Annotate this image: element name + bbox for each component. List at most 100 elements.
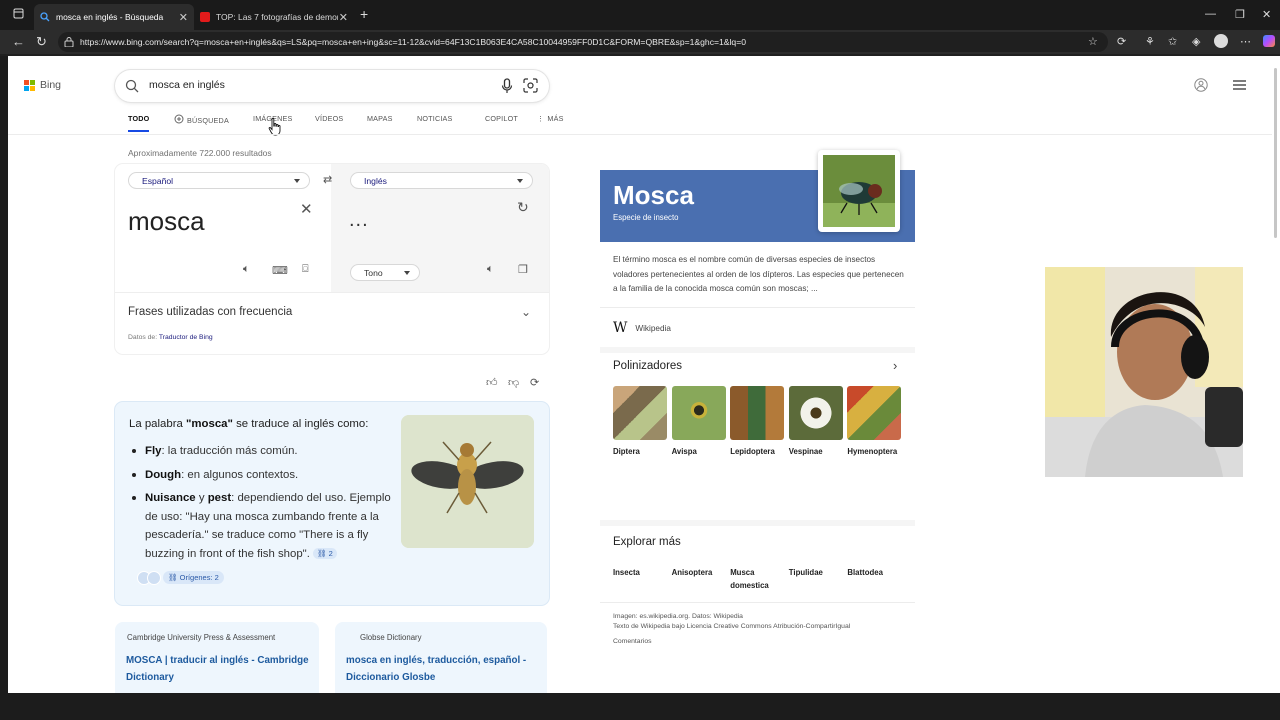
copilot-icon[interactable]	[1263, 35, 1275, 47]
tone-select[interactable]: Tono	[350, 264, 420, 281]
frequent-phrases-toggle[interactable]: Frases utilizadas con frecuencia	[128, 306, 292, 318]
address-row: ← ↻ https://www.bing.com/search?q=mosca+…	[0, 30, 1280, 54]
thumbs-down-icon[interactable]: 👎︎	[508, 376, 519, 389]
result-title-link[interactable]: mosca en inglés, traducción, español - D…	[346, 652, 536, 686]
restore-icon[interactable]: ❐	[1235, 8, 1245, 21]
pollinator-label: Diptera	[613, 447, 640, 456]
clear-text-icon[interactable]: ✕	[300, 200, 313, 218]
explore-item[interactable]: Musca domestica	[730, 566, 789, 592]
result-card[interactable]: Cambridge University Press & Assessment …	[115, 622, 319, 693]
chevron-down-icon[interactable]: ⌄	[521, 305, 531, 319]
keyboard-icon[interactable]: ⌨︎	[272, 264, 288, 277]
refresh-icon[interactable]: ↻	[36, 34, 47, 50]
tab-actions-icon[interactable]	[13, 8, 24, 22]
target-language-select[interactable]: Inglés	[350, 172, 533, 189]
thumbs-up-icon[interactable]: 👍︎	[486, 376, 498, 389]
share-icon[interactable]: ⟳	[530, 376, 539, 389]
explore-item[interactable]: Anisoptera	[672, 566, 731, 592]
hamburger-menu-icon[interactable]	[1232, 78, 1247, 96]
address-bar[interactable]: https://www.bing.com/search?q=mosca+en+i…	[58, 32, 1108, 52]
divider	[600, 347, 915, 353]
pollinator-item[interactable]: Diptera	[613, 386, 667, 456]
scrollbar-thumb[interactable]	[1274, 68, 1277, 238]
close-tab-icon[interactable]: ✕	[179, 11, 188, 24]
browser-tab[interactable]: TOP: Las 7 fotografías de demonio ✕	[194, 4, 354, 30]
bing-translator-link[interactable]: Traductor de Bing	[159, 334, 213, 341]
page-scrollbar[interactable]	[1272, 56, 1280, 693]
tab-copilot[interactable]: COPILOT	[485, 114, 518, 123]
browser-tab-active[interactable]: mosca en inglés - Búsqueda ✕	[34, 4, 194, 30]
pollinator-item[interactable]: Hymenoptera	[847, 386, 902, 456]
citation-badge[interactable]: ⛓ 2	[313, 547, 337, 559]
tab-mas[interactable]: ⋮ MÁS	[537, 114, 564, 123]
back-icon[interactable]: ←	[12, 34, 25, 49]
favorites-icon[interactable]: ✩	[1168, 35, 1177, 48]
knowledge-panel: Mosca Especie de insecto El término mosc…	[600, 150, 915, 654]
copy-icon[interactable]: ❐	[518, 263, 528, 276]
tab-mapas[interactable]: MAPAS	[367, 114, 393, 123]
tab-title: TOP: Las 7 fotografías de demonio	[216, 12, 338, 22]
speaker-icon[interactable]: 🔈︎	[243, 263, 250, 276]
explore-item[interactable]: Blattodea	[847, 566, 906, 592]
origins-badge[interactable]: ⛓ Orígenes: 2	[137, 570, 224, 585]
pollinator-item[interactable]: Avispa	[671, 386, 726, 456]
kp-image[interactable]	[818, 150, 900, 232]
microphone-icon[interactable]	[501, 78, 513, 99]
browser-chrome: mosca en inglés - Búsqueda ✕ TOP: Las 7 …	[0, 0, 1280, 56]
wikipedia-label: Wikipedia	[635, 323, 671, 333]
profile-avatar[interactable]	[1214, 34, 1228, 48]
divider	[600, 602, 915, 603]
fly-image[interactable]	[401, 415, 534, 548]
answer-intro-pre: La palabra	[129, 418, 186, 430]
tab-todo[interactable]: TODO	[128, 114, 150, 132]
speaker-output-icon[interactable]: 🔈︎	[487, 263, 494, 276]
bing-logo[interactable]: Bing	[24, 79, 61, 91]
term: Nuisance	[145, 492, 196, 504]
webcam-overlay	[1045, 267, 1243, 477]
pollinator-item[interactable]: Vespinae	[788, 386, 843, 456]
copilot-search-icon	[174, 114, 184, 126]
wikipedia-link[interactable]: W Wikipedia	[613, 320, 671, 336]
tab-videos[interactable]: VÍDEOS	[315, 114, 343, 123]
explore-item[interactable]: Tipulidae	[789, 566, 848, 592]
explore-more-list: Insecta Anisoptera Musca domestica Tipul…	[613, 566, 906, 592]
search-input[interactable]: mosca en inglés	[149, 79, 225, 91]
result-source: Cambridge University Press & Assessment	[127, 633, 276, 642]
source-text-input[interactable]: mosca	[128, 206, 205, 237]
explore-item[interactable]: Insecta	[613, 566, 672, 592]
minimize-icon[interactable]: —	[1205, 8, 1216, 20]
tab-busqueda[interactable]: BÚSQUEDA	[174, 114, 229, 126]
pollinator-item[interactable]: Lepidoptera	[730, 386, 785, 456]
split-icon[interactable]: ⚘	[1145, 35, 1155, 48]
favorite-star-icon[interactable]: ☆	[1088, 35, 1098, 48]
shield-icon[interactable]: ◈	[1192, 35, 1200, 48]
pollinator-image	[730, 386, 785, 440]
pollinator-label: Avispa	[671, 447, 697, 456]
search-box[interactable]: mosca en inglés	[115, 70, 549, 102]
retranslate-icon[interactable]: ↻	[517, 199, 529, 216]
data-source-label: Datos de:	[128, 334, 158, 341]
close-tab-icon[interactable]: ✕	[339, 11, 348, 24]
source-language-select[interactable]: Español	[128, 172, 310, 189]
more-menu-icon[interactable]: ⋯	[1240, 35, 1251, 48]
answer-intro-post: se traduce al inglés como:	[232, 418, 369, 430]
pollinators-title[interactable]: Polinizadores	[613, 360, 682, 372]
translation-list: Fly: la traducción más común. Dough: en …	[129, 442, 399, 568]
account-icon[interactable]	[1194, 78, 1208, 97]
camera-translate-icon[interactable]: ⌼	[302, 263, 309, 276]
extension-icon[interactable]: ⟳	[1117, 35, 1126, 48]
copilot-answer-card: La palabra "mosca" se traduce al inglés …	[115, 402, 549, 605]
tab-noticias[interactable]: NOTICIAS	[417, 114, 453, 123]
swap-languages-icon[interactable]: ⇄	[323, 173, 332, 186]
term-desc: : la traducción más común.	[161, 445, 298, 457]
result-title-link[interactable]: MOSCA | traducir al inglés - Cambridge D…	[126, 652, 316, 686]
chevron-right-icon[interactable]: ›	[893, 358, 897, 373]
visual-search-icon[interactable]	[523, 78, 538, 98]
result-card[interactable]: Globse Dictionary mosca en inglés, tradu…	[335, 622, 547, 693]
divider	[600, 307, 915, 308]
new-tab-icon[interactable]: +	[360, 6, 368, 22]
tab-bar: mosca en inglés - Búsqueda ✕ TOP: Las 7 …	[0, 0, 1280, 30]
close-window-icon[interactable]: ✕	[1262, 8, 1271, 21]
term-desc: : en algunos contextos.	[181, 468, 299, 481]
comments-link[interactable]: Comentarios	[613, 638, 652, 645]
